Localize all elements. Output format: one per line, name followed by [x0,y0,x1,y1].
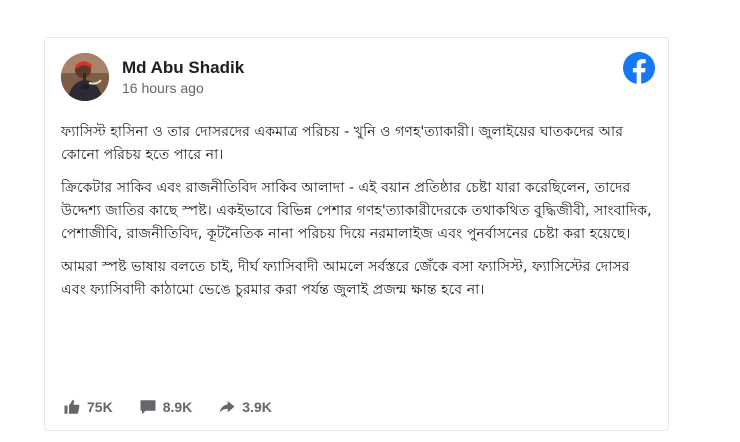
share-arrow-icon [219,401,235,413]
comments-count[interactable]: 8.9K [139,398,193,416]
post-timestamp[interactable]: 16 hours ago [122,80,204,96]
thumbs-up-icon [64,399,80,414]
post-author-name[interactable]: Md Abu Shadik [122,58,244,78]
post-text: ফ্যাসিস্ট হাসিনা ও তার দোসরদের একমাত্র প… [61,121,657,312]
likes-count-label: 75K [87,399,113,415]
likes-count[interactable]: 75K [63,398,113,416]
shares-count-label: 3.9K [242,399,272,415]
author-avatar[interactable] [61,53,109,101]
shares-count[interactable]: 3.9K [218,398,272,416]
post-paragraph: ক্রিকেটার সাকিব এবং রাজনীতিবিদ সাকিব আলা… [61,180,652,242]
comments-count-label: 8.9K [162,399,193,415]
facebook-post-card: Md Abu Shadik 16 hours ago ফ্যাসিস্ট হাস… [44,37,669,431]
post-engagement-bar: 75K 8.9K 3.9K [63,397,298,417]
facebook-logo-icon[interactable] [623,52,655,84]
post-paragraph: আমরা স্পষ্ট ভাষায় বলতে চাই, দীর্ঘ ফ্যাস… [61,259,630,298]
post-paragraph: ফ্যাসিস্ট হাসিনা ও তার দোসরদের একমাত্র প… [61,124,624,163]
comment-bubble-icon [140,400,156,415]
